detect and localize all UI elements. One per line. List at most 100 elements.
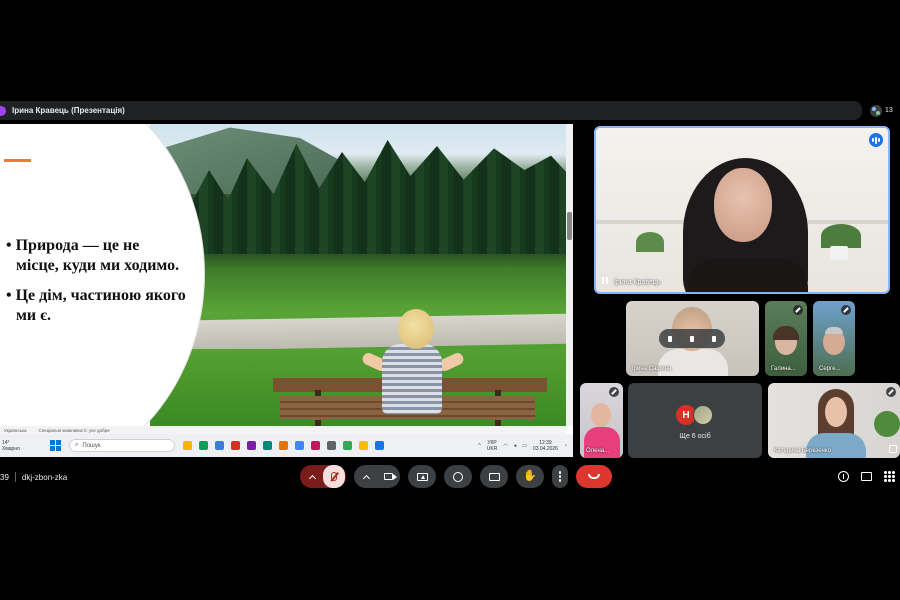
more-participants-label: Ще 6 осіб <box>679 433 711 440</box>
expand-icon[interactable] <box>889 445 897 453</box>
taskbar-app-icon[interactable] <box>279 441 288 450</box>
meeting-code: dkj-zbon-zka <box>21 472 68 482</box>
participant-shirt <box>806 433 866 458</box>
participants-button[interactable]: 13 <box>870 101 893 120</box>
taskbar-app-icon[interactable] <box>263 441 272 450</box>
notifications-icon[interactable]: ◔ <box>564 443 567 449</box>
present-button[interactable] <box>408 465 436 488</box>
presentation-slide: • Природа — це не місце, куди ми ходимо.… <box>0 124 566 426</box>
meeting-details-icon[interactable] <box>838 471 849 482</box>
speaking-indicator-icon <box>869 133 883 147</box>
clock-date: 03.04.2026 <box>532 445 558 452</box>
taskbar-app-icon[interactable] <box>231 441 240 450</box>
presenter-label: Ірина Кравець (Презентація) <box>12 106 125 115</box>
scrollbar-thumb[interactable] <box>567 212 572 240</box>
camera-button[interactable] <box>377 465 399 488</box>
speaker-face <box>714 168 772 242</box>
tray-language[interactable]: УКР UKR <box>487 440 498 452</box>
avatar-stack: Н <box>676 405 713 425</box>
emoji-icon <box>453 471 463 482</box>
present-screen-icon <box>416 472 428 481</box>
chevron-up-icon[interactable]: ^ <box>478 443 480 449</box>
taskbar-search[interactable]: ⌕ Пошук <box>69 439 175 452</box>
other-participants-tile[interactable]: Н Ще 6 осіб <box>628 383 762 458</box>
taskbar-app-icon[interactable] <box>343 441 352 450</box>
participant-name: Ірина Сашина <box>632 366 672 372</box>
volume-icon[interactable]: ◂ <box>514 443 517 449</box>
taskbar-app-icon[interactable] <box>327 441 336 450</box>
microphone-control <box>300 465 346 488</box>
child-head <box>398 309 434 349</box>
chat-icon[interactable] <box>861 472 872 481</box>
video-options-button[interactable] <box>355 465 377 488</box>
shared-screen: • Природа — це не місце, куди ми ходимо.… <box>0 124 573 457</box>
participant-tile[interactable]: Олена... <box>580 383 623 458</box>
tray-lang-line: УКР <box>487 439 497 446</box>
path-shape <box>190 313 566 351</box>
end-call-icon <box>588 474 600 479</box>
windows-taskbar: 14° Хмарно ⌕ Пошук ^ УКР UKR ◠ ◂ ▭ 12:39… <box>0 434 573 457</box>
participant-tile[interactable]: Галина... <box>765 301 807 376</box>
divider <box>14 472 16 482</box>
unmute-button[interactable] <box>323 465 345 488</box>
reactions-button[interactable] <box>444 465 472 488</box>
participant-name: Галина... <box>771 366 796 372</box>
captions-button[interactable] <box>480 465 508 488</box>
participant-name: Ірина Кравець <box>614 279 661 286</box>
slide-bullet: • Це дім, частиною якого ми є. <box>6 287 186 324</box>
mic-off-icon <box>841 305 851 315</box>
call-controls: ✋ <box>300 465 612 488</box>
wifi-icon[interactable]: ◠ <box>503 443 507 449</box>
tray-lang-line: UKR <box>486 445 498 452</box>
taskbar-app-icon[interactable] <box>359 441 368 450</box>
leave-call-button[interactable] <box>576 465 612 488</box>
chevron-up-icon <box>362 474 370 482</box>
taskbar-app-icon[interactable] <box>215 441 224 450</box>
tile-hover-controls[interactable] <box>659 329 725 348</box>
camera-icon <box>383 473 397 480</box>
taskbar-app-icon[interactable] <box>183 441 192 450</box>
taskbar-clock[interactable]: 12:39 03.04.2026 <box>533 440 558 452</box>
participant-tile[interactable]: Серге... <box>813 301 855 376</box>
windows-start-icon[interactable] <box>50 440 61 451</box>
presenter-bar[interactable]: Ірина Кравець (Презентація) <box>0 101 862 120</box>
taskbar-app-icon[interactable] <box>295 441 304 450</box>
weather-widget[interactable]: 14° Хмарно <box>0 440 40 452</box>
mic-off-icon <box>609 387 619 397</box>
mic-off-icon <box>331 472 337 481</box>
slide-accent-line <box>4 159 31 162</box>
more-options-button[interactable] <box>552 465 568 488</box>
raise-hand-button[interactable]: ✋ <box>516 465 544 488</box>
slide-scrollbar[interactable] <box>566 124 573 426</box>
plant-decor <box>821 224 861 248</box>
speaker-body <box>688 258 808 292</box>
pin-icon[interactable] <box>602 277 608 284</box>
more-vert-icon <box>558 471 562 482</box>
slide-photo <box>150 124 566 426</box>
slide-bullet: • Природа — це не місце, куди ми ходимо. <box>6 237 180 274</box>
taskbar-app-icon[interactable] <box>199 441 208 450</box>
plant-pot <box>830 246 848 260</box>
taskbar-app-icon[interactable] <box>311 441 320 450</box>
participant-tile[interactable]: Ірина Сашина <box>626 301 759 376</box>
taskbar-app-icon[interactable] <box>247 441 256 450</box>
mic-off-icon <box>793 305 803 315</box>
mic-icon[interactable] <box>690 335 694 342</box>
participant-tile[interactable]: Катерина Березенко <box>768 383 900 458</box>
status-accessibility: Спеціальні можливості: усе добре <box>38 427 110 433</box>
battery-icon[interactable]: ▭ <box>522 443 527 449</box>
participant-count: 13 <box>885 107 893 114</box>
mic-off-icon <box>886 387 896 397</box>
plant-decor <box>636 232 664 252</box>
search-placeholder: Пошук <box>82 442 101 449</box>
audio-options-button[interactable] <box>301 465 323 488</box>
activities-icon[interactable] <box>884 471 895 482</box>
side-panel-buttons <box>838 471 895 482</box>
main-speaker-tile[interactable]: Ірина Кравець <box>594 126 890 294</box>
participant-name: Серге... <box>819 366 841 372</box>
taskbar-app-icon[interactable] <box>375 441 384 450</box>
camera-control <box>354 465 400 488</box>
hand-icon: ✋ <box>523 470 537 482</box>
more-options-icon[interactable] <box>712 335 716 342</box>
pin-icon[interactable] <box>668 335 672 342</box>
